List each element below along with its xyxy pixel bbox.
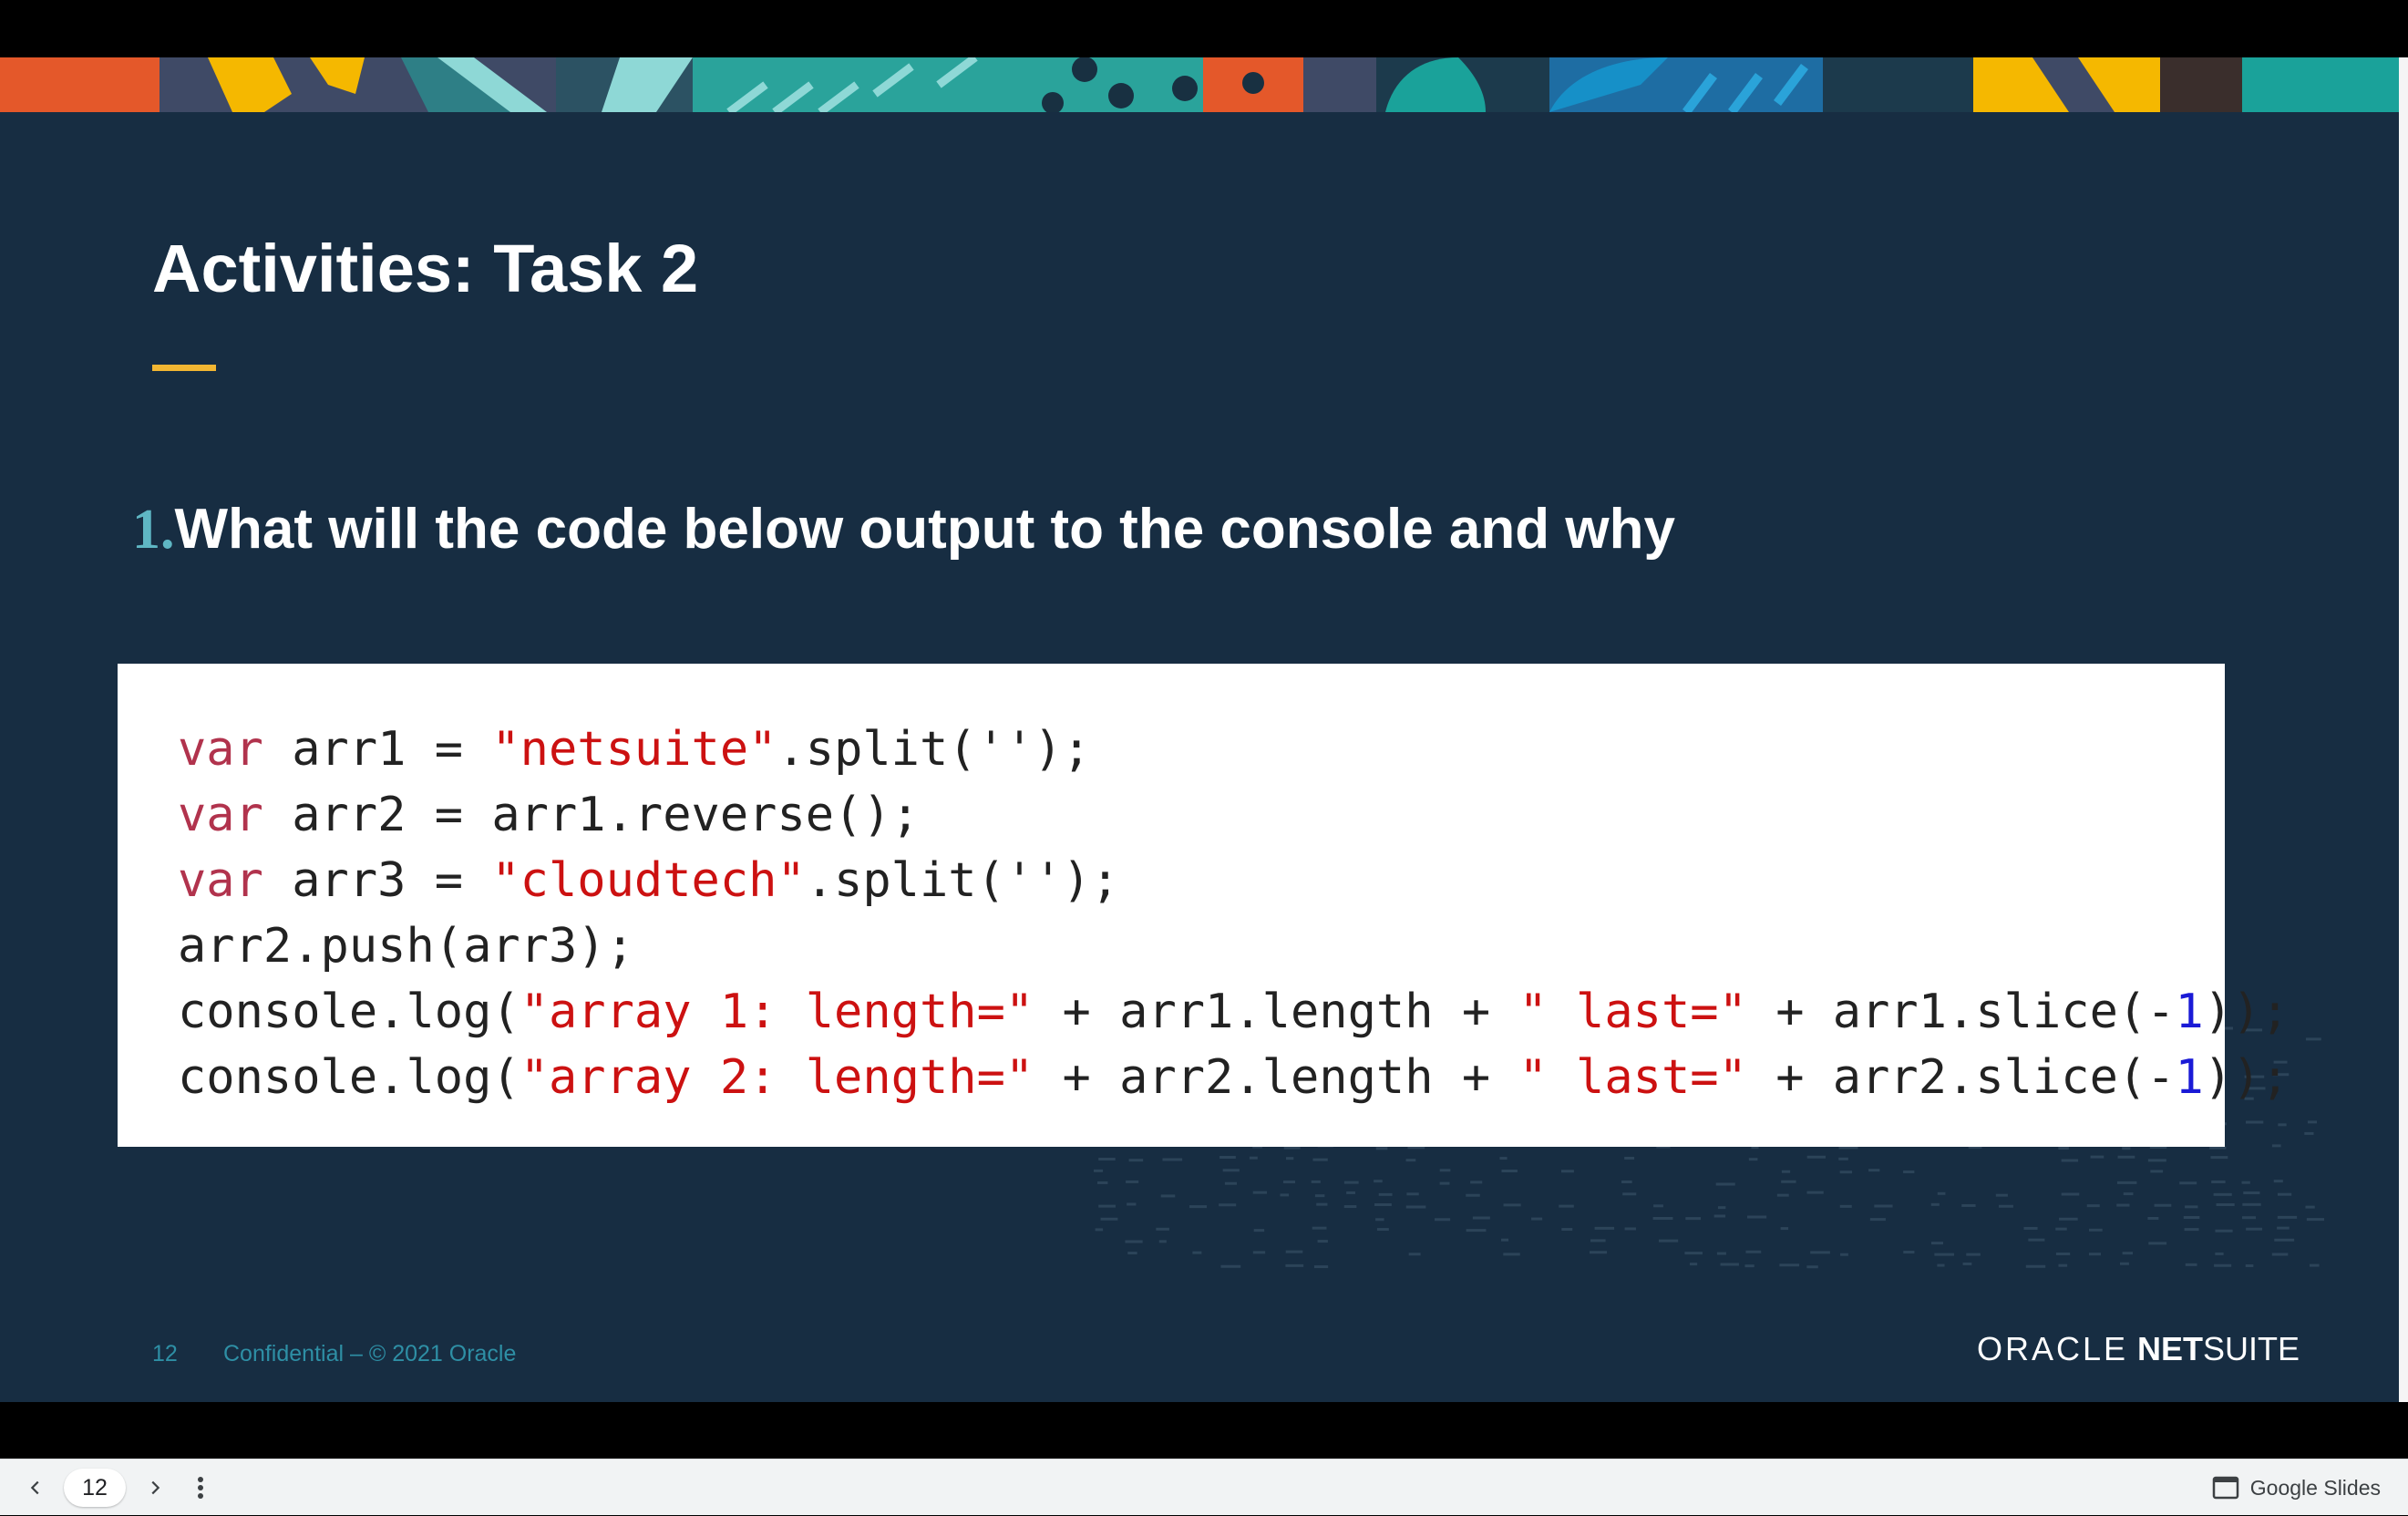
code-block: var arr1 = "netsuite".split(''); var arr2… (118, 664, 2290, 1147)
code-token: " last=" (1518, 1050, 1747, 1105)
footer-confidential: Confidential – © 2021 Oracle (223, 1341, 517, 1366)
code-token: "cloudtech" (491, 853, 806, 908)
slide-title: Activities: Task 2 (152, 231, 699, 306)
google-slides-link[interactable]: Google Slides (2212, 1459, 2381, 1516)
code-token: .split(''); (805, 853, 1120, 908)
code-token: + arr1.slice(- (1746, 985, 2176, 1039)
code-token: arr2 = arr1.reverse(); (262, 788, 920, 842)
code-line: console.log("array 1: length=" + arr1.le… (178, 979, 2290, 1045)
previous-slide-button[interactable] (13, 1459, 58, 1516)
title-accent-line (152, 365, 216, 371)
code-line: var arr1 = "netsuite".split(''); (178, 717, 2290, 782)
page-number-field[interactable]: 12 (64, 1469, 126, 1507)
code-token: " last=" (1518, 985, 1747, 1039)
question-text: What will the code below output to the c… (174, 498, 1675, 561)
code-block-border (118, 664, 2225, 665)
code-token: + arr1.length + (1034, 985, 1519, 1039)
question: 1.What will the code below output to the… (132, 498, 1675, 561)
code-token: arr3 = (262, 853, 492, 908)
code-token: console.log( (178, 1050, 520, 1105)
more-options-button[interactable] (180, 1459, 221, 1516)
code-token: "array 1: length=" (520, 985, 1034, 1039)
code-line: var arr2 = arr1.reverse(); (178, 782, 2290, 848)
code-token: + arr2.length + (1034, 1050, 1519, 1105)
next-slide-button[interactable] (132, 1459, 178, 1516)
logo-suite: SUITE (2202, 1330, 2300, 1367)
slides-toolbar: 12 Google Slides (0, 1459, 2408, 1515)
code-token: console.log( (178, 985, 520, 1039)
code-line: var arr3 = "cloudtech".split(''); (178, 848, 2290, 913)
bottom-letterbox (0, 1402, 2408, 1459)
right-edge (2399, 57, 2408, 1402)
code-token: var (178, 853, 263, 908)
oracle-netsuite-logo: ORACLE NETSUITE (1977, 1330, 2300, 1368)
code-token: 1 (2175, 985, 2204, 1039)
code-token: .split(''); (777, 722, 1091, 777)
top-letterbox (0, 0, 2408, 57)
slides-icon (2212, 1476, 2239, 1500)
code-content: var arr1 = "netsuite".split(''); var arr2… (178, 717, 2290, 1110)
code-line: console.log("array 2: length=" + arr2.le… (178, 1045, 2290, 1110)
code-token: "netsuite" (491, 722, 777, 777)
code-token: "array 2: length=" (520, 1050, 1034, 1105)
code-token: arr2.push(arr3); (178, 919, 634, 974)
google-slides-label: Google Slides (2249, 1475, 2381, 1500)
logo-oracle: ORACLE (1976, 1330, 2128, 1367)
code-line: arr2.push(arr3); (178, 913, 2290, 979)
code-token: var (178, 788, 263, 842)
code-token: + arr2.slice(- (1746, 1050, 2176, 1105)
code-token: var (178, 722, 263, 777)
decorative-banner (0, 57, 2399, 112)
slide: Activities: Task 2 1.What will the code … (0, 57, 2399, 1402)
chevron-right-icon (151, 1480, 160, 1495)
code-token: arr1 = (262, 722, 492, 777)
more-vert-icon (198, 1477, 203, 1499)
chevron-left-icon (30, 1480, 39, 1495)
footer-page-number: 12 (152, 1341, 178, 1366)
question-number: 1. (132, 499, 175, 561)
logo-net: NET (2136, 1330, 2203, 1367)
code-token: )); (2203, 1050, 2290, 1105)
code-token: 1 (2175, 1050, 2204, 1105)
code-token: )); (2203, 985, 2290, 1039)
